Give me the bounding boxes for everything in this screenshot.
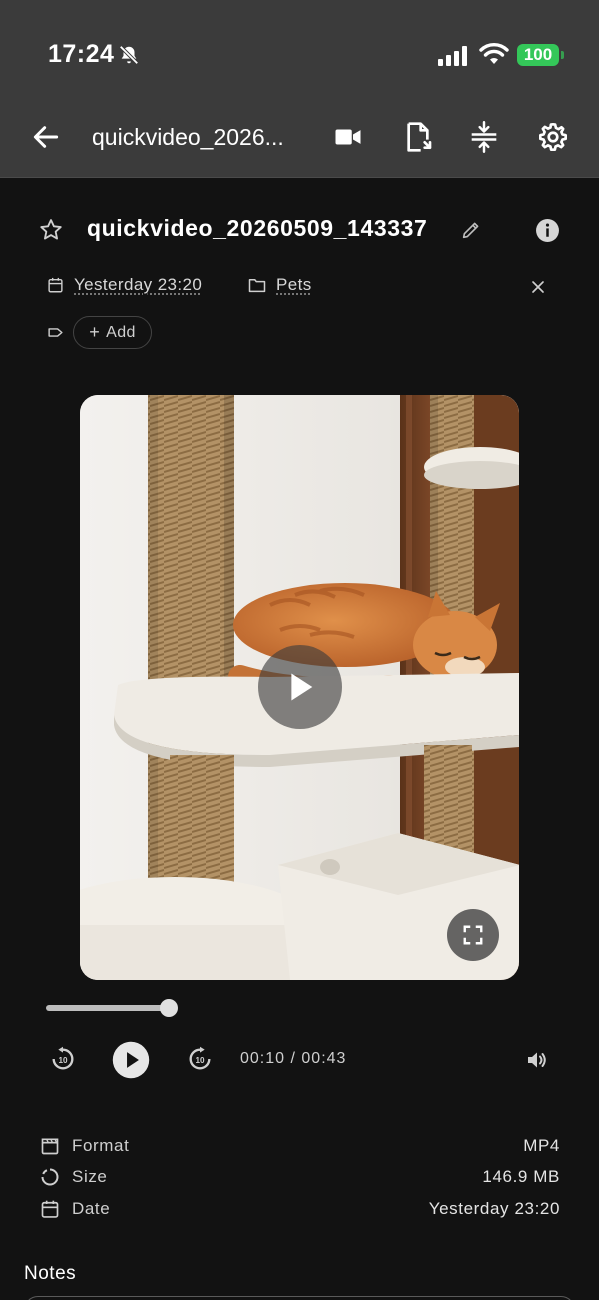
play-icon [291,673,313,701]
status-time: 17:24 [48,40,115,68]
app-bar-title: quickvideo_2026... [92,124,284,150]
current-time: 00:10 [240,1050,286,1067]
export-file-button[interactable] [400,119,436,155]
detail-label: Date [72,1199,111,1218]
volume-button[interactable] [521,1044,553,1076]
duration: 00:43 [301,1050,347,1067]
gear-icon [539,123,567,151]
cell-signal-icon [438,46,467,66]
folder-chip[interactable]: Pets [248,275,312,295]
detail-row-format: Format MP4 [40,1132,560,1160]
pencil-icon [462,222,479,239]
back-button[interactable] [30,121,62,153]
back-arrow-icon [33,126,59,148]
detail-value: 146.9 MB [482,1167,560,1186]
time-display: 00:10 / 00:43 [240,1050,346,1068]
add-tag-button[interactable]: + Add [73,316,152,349]
close-icon [532,281,544,293]
forward-10-icon: 10 [189,1046,211,1070]
detail-label: Format [72,1136,130,1155]
detail-value: MP4 [523,1136,560,1155]
plus-icon: + [89,322,101,342]
svg-text:10: 10 [195,1056,205,1065]
date-label: Yesterday 23:20 [74,275,203,294]
progress-bar[interactable] [46,1005,170,1011]
size-ring-icon [41,1168,59,1186]
bell-muted-icon [119,45,139,65]
volume-icon [528,1052,546,1068]
play-circle-icon [112,1041,150,1079]
folder-icon [248,279,266,293]
detail-value: Yesterday 23:20 [428,1199,560,1218]
clapperboard-icon [41,1138,59,1155]
info-button[interactable] [535,218,560,248]
clear-button[interactable] [528,277,548,302]
detail-row-date: Date Yesterday 23:20 [40,1195,560,1223]
calendar-icon [48,277,63,293]
play-button[interactable] [112,1041,150,1079]
favorite-button[interactable] [38,217,64,248]
top-bar: 17:24 100 quickvideo_2026... [0,0,599,178]
detail-label: Size [72,1167,108,1186]
video-camera-icon [335,129,361,145]
rewind-10-button[interactable]: 10 [46,1042,80,1076]
detail-row-size: Size 146.9 MB [40,1163,560,1191]
add-tag-label: Add [106,323,136,341]
replay-10-icon: 10 [52,1046,74,1070]
play-overlay-button[interactable] [258,645,342,729]
fullscreen-button[interactable] [447,909,499,961]
folder-label: Pets [276,275,312,294]
notes-input[interactable] [24,1296,575,1300]
time-separator: / [290,1050,296,1067]
compress-button[interactable] [466,119,502,155]
battery-tip [561,51,564,59]
wifi-icon [479,43,509,64]
battery-indicator: 100 [517,44,559,66]
forward-10-button[interactable]: 10 [183,1042,217,1076]
calendar-icon [41,1200,59,1218]
record-video-button[interactable] [330,119,366,155]
compress-icon [471,121,497,153]
tag-icon [48,328,63,337]
video-title: quickvideo_20260509_143337 [87,215,428,241]
fullscreen-icon [463,925,483,945]
progress-knob[interactable] [160,999,178,1017]
date-chip[interactable]: Yesterday 23:20 [47,275,202,295]
star-outline-icon [40,219,62,240]
settings-button[interactable] [535,119,571,155]
rename-button[interactable] [460,219,482,246]
notes-heading: Notes [24,1263,77,1284]
svg-text:10: 10 [58,1056,68,1065]
info-icon [536,219,559,242]
file-export-icon [407,122,432,152]
